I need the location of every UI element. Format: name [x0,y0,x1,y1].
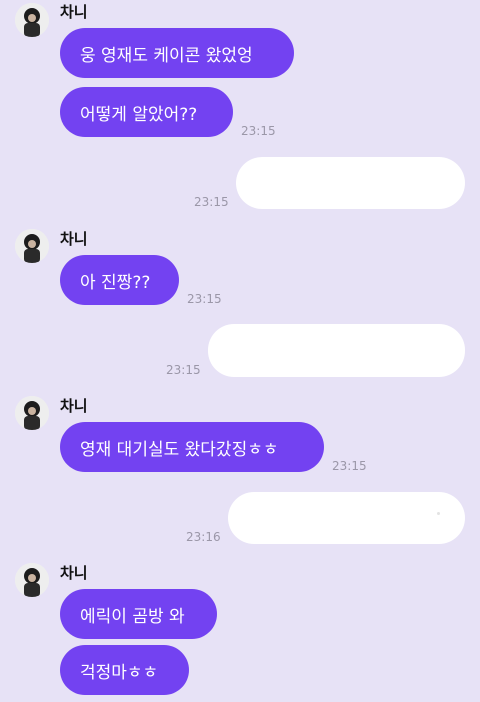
contact-avatar[interactable] [15,396,49,430]
message-text: 영재 대기실도 왔다갔징ㅎㅎ [80,439,279,460]
message-bubble-incoming[interactable]: 아 진짱?? [60,255,179,305]
message-bubble-incoming[interactable]: 영재 대기실도 왔다갔징ㅎㅎ [60,422,324,472]
contact-name: 차니 [60,564,88,582]
message-bubble-outgoing[interactable] [236,157,465,209]
message-bubble-incoming[interactable]: 웅 영재도 케이콘 왔었엉 [60,28,294,78]
message-text: 웅 영재도 케이콘 왔었엉 [80,45,253,66]
message-timestamp: 23:15 [166,363,201,377]
message-timestamp: 23:15 [194,195,229,209]
message-bubble-incoming[interactable]: 걱정마ㅎㅎ [60,645,189,695]
message-text: 어떻게 알았어?? [80,104,198,125]
message-text: 걱정마ㅎㅎ [80,662,159,683]
contact-avatar[interactable] [15,563,49,597]
message-bubble-incoming[interactable]: 에릭이 곰방 와 [60,589,217,639]
contact-avatar[interactable] [15,229,49,263]
message-timestamp: 23:15 [187,292,222,306]
contact-avatar[interactable] [15,3,49,37]
contact-name: 차니 [60,3,88,21]
message-text: 에릭이 곰방 와 [80,606,185,627]
contact-name: 차니 [60,397,88,415]
contact-name: 차니 [60,230,88,248]
message-bubble-outgoing[interactable] [208,324,465,377]
message-bubble-incoming[interactable]: 어떻게 알았어?? [60,87,233,137]
message-timestamp: 23:15 [241,124,276,138]
bubble-speck [437,512,440,515]
chat-thread[interactable]: 차니 웅 영재도 케이콘 왔었엉 어떻게 알았어?? 23:15 23:15 차… [0,0,480,702]
message-bubble-outgoing[interactable] [228,492,465,544]
message-text: 아 진짱?? [80,272,151,293]
message-timestamp: 23:16 [186,530,221,544]
message-timestamp: 23:15 [332,459,367,473]
